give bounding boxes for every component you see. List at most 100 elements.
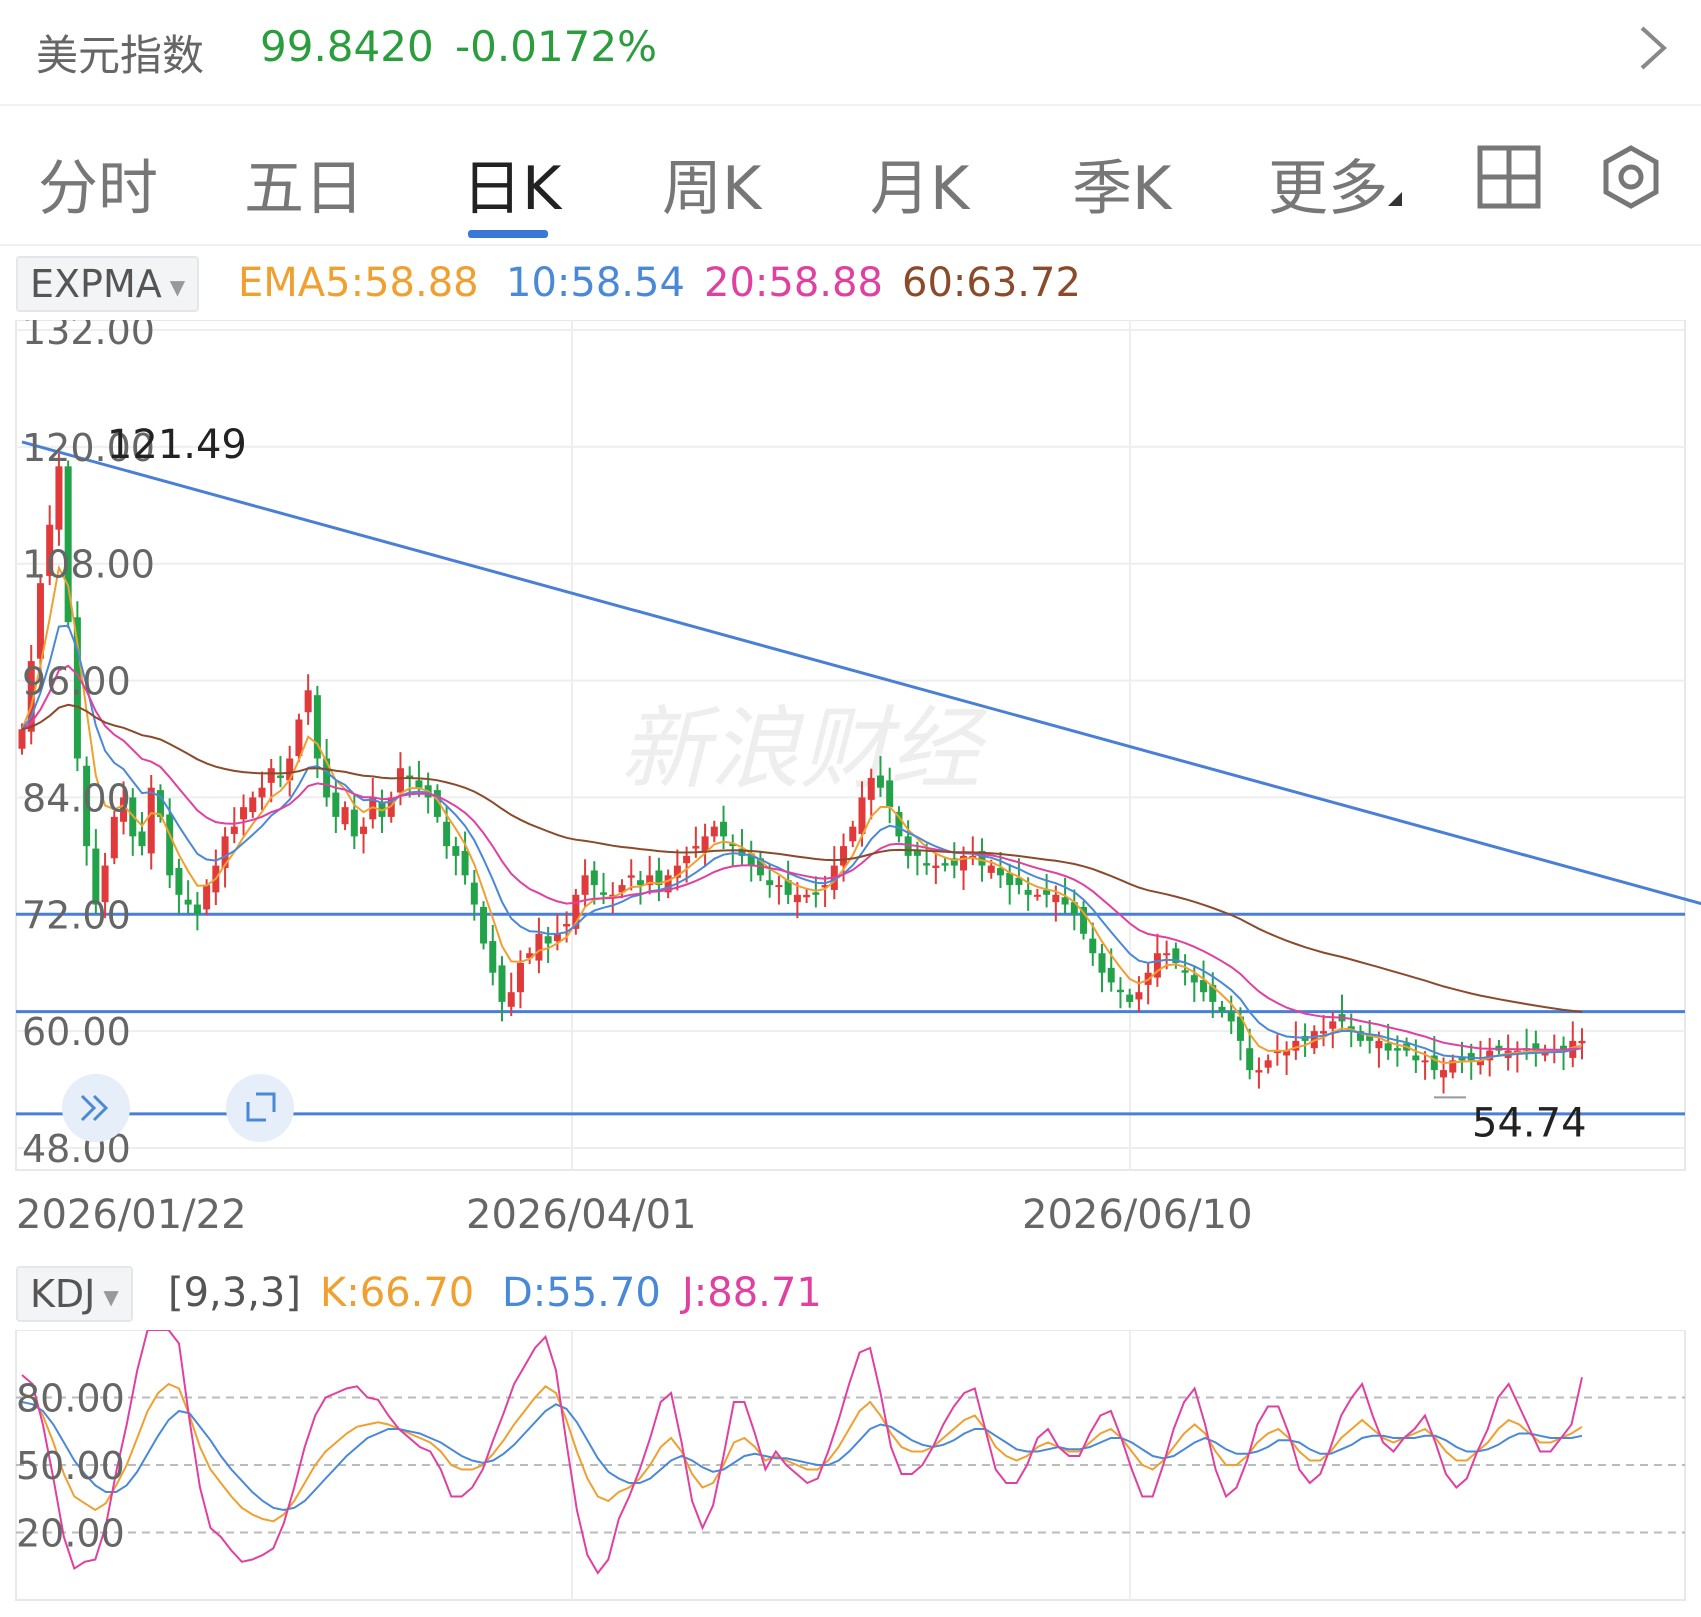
candle-body — [396, 768, 404, 793]
candle-body — [36, 583, 44, 659]
candle-body — [692, 846, 700, 849]
candle-body — [415, 780, 423, 788]
chevron-down-icon: ▼ — [103, 1284, 119, 1309]
kdj-y-tick-label: 80.00 — [16, 1377, 125, 1421]
candle-body — [775, 885, 783, 888]
ema20-value: 20:58.88 — [704, 260, 883, 306]
candle-body — [600, 892, 608, 895]
candle-body — [544, 936, 552, 944]
candle-body — [1107, 967, 1115, 983]
candle-body — [683, 855, 691, 864]
tab-weekly-k[interactable]: 周K — [662, 140, 761, 227]
candle-body — [203, 885, 211, 910]
tab-monthly-k[interactable]: 月K — [870, 140, 969, 227]
quote-header[interactable]: 美元指数 99.8420 -0.0172% — [0, 0, 1701, 106]
candle-body — [636, 880, 644, 886]
tab-minute[interactable]: 分时 — [38, 140, 158, 227]
candle-body — [138, 831, 146, 847]
instrument-name: 美元指数 — [36, 31, 205, 80]
candle-body — [304, 690, 312, 713]
candle-body — [1227, 1011, 1235, 1022]
dropdown-corner-icon — [1388, 192, 1402, 206]
candle-body — [1255, 1070, 1263, 1073]
candle-body — [230, 826, 238, 834]
candle-body — [913, 850, 921, 856]
tab-five-day[interactable]: 五日 — [244, 140, 364, 227]
fullscreen-button[interactable] — [226, 1074, 294, 1142]
tab-quarterly-k[interactable]: 季K — [1072, 140, 1171, 227]
candle-body — [803, 894, 811, 898]
candle-body — [590, 870, 598, 886]
candle-body — [563, 924, 571, 927]
candle-body — [932, 865, 940, 869]
candle-body — [581, 875, 589, 895]
y-tick-label: 96.00 — [22, 660, 131, 704]
candle-body — [166, 814, 174, 876]
candle-body — [886, 780, 894, 808]
candle-body — [1264, 1060, 1272, 1068]
candle-body — [240, 807, 248, 820]
settings-icon[interactable] — [1598, 144, 1664, 210]
candle-body — [1412, 1055, 1420, 1061]
watermark: 新浪财经 — [620, 697, 988, 802]
grid-layout-icon[interactable] — [1476, 144, 1542, 210]
k-value: K:66.70 — [320, 1270, 475, 1316]
candle-body — [923, 863, 931, 866]
candle-body — [323, 758, 331, 798]
x-tick-label: 2026/01/22 — [16, 1192, 247, 1238]
candle-body — [443, 821, 451, 847]
candlestick-chart[interactable]: 新浪财经132.00120.00108.0096.0084.0072.0060.… — [0, 320, 1701, 1240]
candle-body — [701, 836, 709, 851]
candle-body — [147, 787, 155, 854]
candle-body — [193, 904, 201, 915]
candle-body — [341, 807, 349, 825]
candle-body — [276, 775, 284, 778]
chevron-right-icon[interactable] — [1620, 18, 1680, 78]
sub-indicator-selector[interactable]: KDJ ▼ — [16, 1266, 133, 1322]
candle-body — [720, 821, 728, 837]
max-price-label: 121.49 — [107, 422, 247, 468]
candle-body — [480, 906, 488, 944]
candle-body — [849, 826, 857, 842]
active-tab-indicator — [468, 230, 548, 238]
candle-body — [258, 787, 266, 798]
candle-body — [1246, 1048, 1254, 1071]
kdj-chart[interactable]: 80.00 50.00 20.00 — [0, 1330, 1701, 1617]
tab-daily-k[interactable]: 日K — [462, 140, 561, 227]
candle-body — [941, 863, 949, 866]
kdj-params: [9,3,3] — [168, 1270, 301, 1316]
candle-body — [1458, 1057, 1466, 1061]
candle-body — [766, 880, 774, 886]
d-value: D:55.70 — [502, 1270, 661, 1316]
candle-body — [1218, 1006, 1226, 1012]
kdj-y-tick-label: 50.00 — [16, 1444, 125, 1488]
candle-body — [1384, 1043, 1392, 1051]
y-tick-label: 108.00 — [22, 543, 155, 587]
main-indicator-selector[interactable]: EXPMA ▼ — [16, 256, 200, 312]
candle-body — [710, 826, 718, 837]
candle-body — [1320, 1031, 1328, 1034]
candle-body — [507, 992, 515, 1007]
candle-body — [55, 466, 63, 530]
instrument-change: -0.0172% — [455, 22, 658, 71]
chevron-down-icon: ▼ — [169, 274, 186, 299]
candle-body — [535, 933, 543, 961]
tab-more[interactable]: 更多 — [1268, 140, 1388, 227]
candle-body — [360, 826, 368, 834]
x-tick-label: 2026/06/10 — [1022, 1192, 1253, 1238]
candle-body — [627, 875, 635, 878]
candle-body — [1116, 989, 1124, 993]
candle-body — [461, 850, 469, 876]
y-tick-label: 132.00 — [22, 320, 155, 353]
candle-body — [1163, 953, 1171, 956]
candle-body — [1375, 1040, 1383, 1049]
y-tick-label: 60.00 — [22, 1010, 131, 1054]
candle-body — [1421, 1060, 1429, 1063]
candle-body — [1135, 992, 1143, 1000]
x-tick-label: 2026/04/01 — [466, 1192, 697, 1238]
candle-body — [452, 846, 460, 856]
candle-body — [295, 719, 303, 757]
instrument-price: 99.8420 — [260, 22, 434, 71]
sub-indicator-name: KDJ — [30, 1272, 96, 1316]
y-tick-label: 72.00 — [22, 893, 131, 937]
